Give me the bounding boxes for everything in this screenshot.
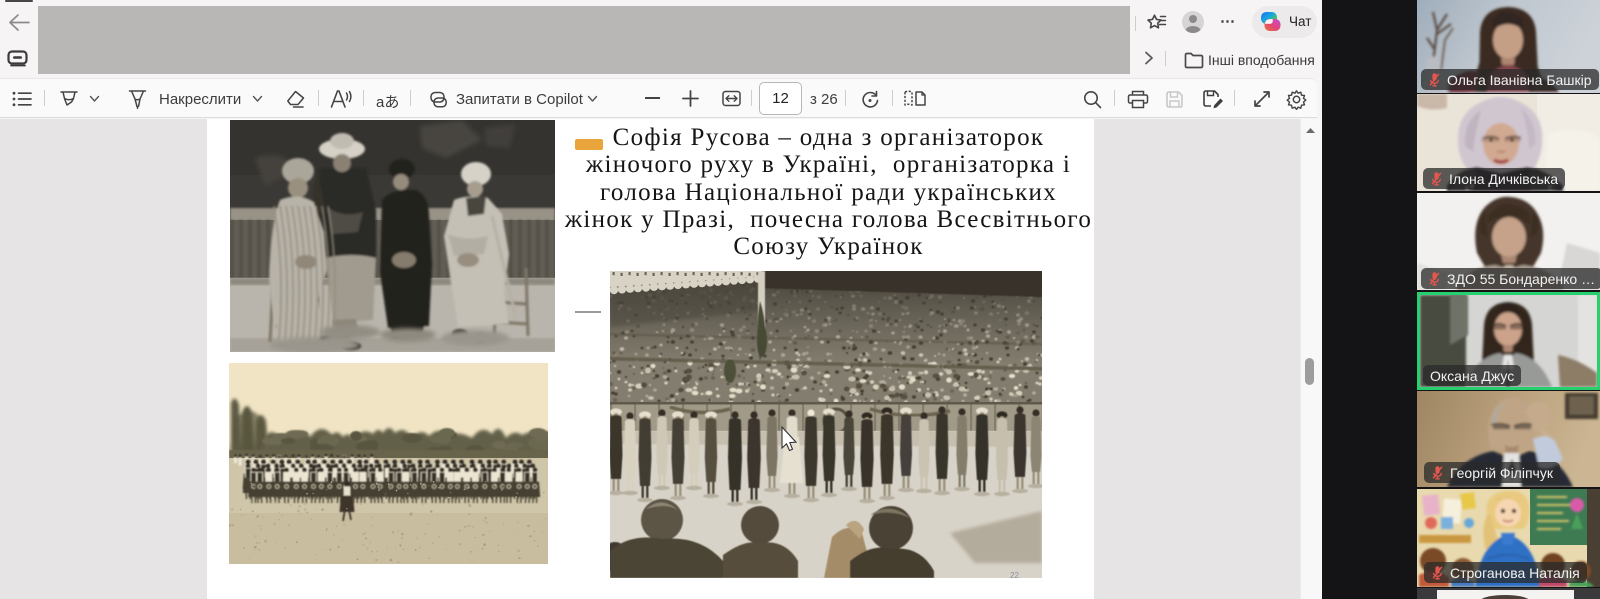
svg-text:22: 22 [1010,571,1019,578]
